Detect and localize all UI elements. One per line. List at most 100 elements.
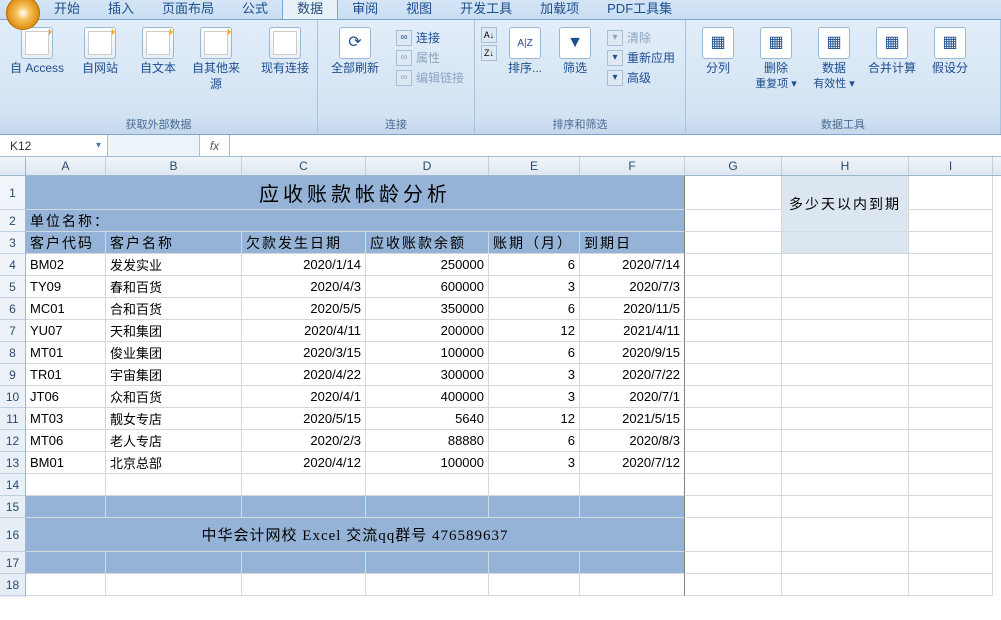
cell[interactable] — [685, 574, 782, 596]
tab-数据[interactable]: 数据 — [282, 0, 338, 19]
sort-asc-icon[interactable]: A↓ — [481, 27, 497, 43]
title-cell[interactable]: 应收账款帐龄分析 — [26, 176, 685, 210]
row-13[interactable]: 13 — [0, 452, 25, 474]
cell-name[interactable]: 众和百货 — [106, 386, 242, 408]
cell[interactable] — [782, 474, 909, 496]
tab-公式[interactable]: 公式 — [228, 0, 282, 19]
cell-code[interactable]: BM02 — [26, 254, 106, 276]
cell-amt[interactable]: 88880 — [366, 430, 489, 452]
formula-input[interactable] — [230, 135, 1001, 156]
cell-amt[interactable]: 200000 — [366, 320, 489, 342]
cell-amt[interactable]: 350000 — [366, 298, 489, 320]
cell[interactable] — [782, 430, 909, 452]
tab-页面布局[interactable]: 页面布局 — [148, 0, 228, 19]
tool-btn-1[interactable]: ▦删除重复项 ▾ — [750, 27, 802, 91]
cell[interactable] — [242, 474, 366, 496]
cell-due[interactable]: 2020/7/22 — [580, 364, 685, 386]
cell[interactable] — [782, 496, 909, 518]
ext-btn-4[interactable]: 现有连接 — [259, 27, 311, 77]
col-A[interactable]: A — [26, 157, 106, 175]
cell-name[interactable]: 北京总部 — [106, 452, 242, 474]
row-12[interactable]: 12 — [0, 430, 25, 452]
sort-item-2[interactable]: ▾高级 — [607, 69, 675, 86]
cell-code[interactable]: MT03 — [26, 408, 106, 430]
cell[interactable] — [782, 298, 909, 320]
hdr-4[interactable]: 账期（月） — [489, 232, 580, 254]
cell[interactable] — [685, 364, 782, 386]
cell[interactable] — [909, 176, 993, 210]
cell-amt[interactable]: 600000 — [366, 276, 489, 298]
row-1[interactable]: 1 — [0, 176, 25, 210]
filter-button[interactable]: ▼ 筛选 — [553, 27, 597, 77]
cell-term[interactable]: 3 — [489, 452, 580, 474]
row-7[interactable]: 7 — [0, 320, 25, 342]
cell-due[interactable]: 2021/5/15 — [580, 408, 685, 430]
col-H[interactable]: H — [782, 157, 909, 175]
cell[interactable] — [685, 254, 782, 276]
cell[interactable] — [782, 574, 909, 596]
col-D[interactable]: D — [366, 157, 489, 175]
ext-btn-2[interactable]: 自文本 — [132, 27, 184, 77]
ext-btn-3[interactable]: 自其他来源 — [190, 27, 242, 92]
tab-视图[interactable]: 视图 — [392, 0, 446, 19]
cell-term[interactable]: 6 — [489, 342, 580, 364]
cell[interactable] — [909, 496, 993, 518]
tool-btn-3[interactable]: ▦合并计算 — [866, 27, 918, 77]
cell-due[interactable]: 2020/11/5 — [580, 298, 685, 320]
cell-name[interactable]: 合和百货 — [106, 298, 242, 320]
cell-due[interactable]: 2020/7/3 — [580, 276, 685, 298]
cell[interactable] — [685, 210, 782, 232]
col-C[interactable]: C — [242, 157, 366, 175]
cell-term[interactable]: 6 — [489, 430, 580, 452]
cell[interactable] — [26, 496, 106, 518]
row-3[interactable]: 3 — [0, 232, 25, 254]
cell[interactable] — [106, 496, 242, 518]
cell[interactable] — [366, 552, 489, 574]
tab-审阅[interactable]: 审阅 — [338, 0, 392, 19]
tab-PDF工具集[interactable]: PDF工具集 — [593, 0, 686, 19]
conn-item-2[interactable]: ∞编辑链接 — [396, 69, 464, 86]
cell[interactable] — [685, 320, 782, 342]
cells-area[interactable]: 应收账款帐龄分析多少天以内到期单位名称：客户代码客户名称欠款发生日期应收账款余额… — [26, 176, 1001, 597]
ext-btn-0[interactable]: 自 Access — [6, 27, 68, 77]
tab-开发工具[interactable]: 开发工具 — [446, 0, 526, 19]
cell-name[interactable]: 俊业集团 — [106, 342, 242, 364]
hdr-1[interactable]: 客户名称 — [106, 232, 242, 254]
sort-item-0[interactable]: ▾清除 — [607, 29, 675, 46]
cell-due[interactable]: 2020/8/3 — [580, 430, 685, 452]
cell[interactable] — [242, 552, 366, 574]
cell[interactable] — [909, 364, 993, 386]
sort-desc-icon[interactable]: Z↓ — [481, 45, 497, 61]
cell[interactable] — [685, 452, 782, 474]
cell-term[interactable]: 12 — [489, 320, 580, 342]
row-2[interactable]: 2 — [0, 210, 25, 232]
cell-date[interactable]: 2020/4/3 — [242, 276, 366, 298]
row-11[interactable]: 11 — [0, 408, 25, 430]
cell-date[interactable]: 2020/2/3 — [242, 430, 366, 452]
tool-btn-4[interactable]: ▦假设分 — [924, 27, 976, 77]
cell[interactable] — [909, 518, 993, 552]
cell[interactable] — [366, 574, 489, 596]
cell[interactable] — [685, 176, 782, 210]
cell[interactable] — [685, 298, 782, 320]
cell-code[interactable]: MT06 — [26, 430, 106, 452]
cell-amt[interactable]: 400000 — [366, 386, 489, 408]
cell[interactable] — [489, 496, 580, 518]
row-5[interactable]: 5 — [0, 276, 25, 298]
row-17[interactable]: 17 — [0, 552, 25, 574]
cell-name[interactable]: 老人专店 — [106, 430, 242, 452]
cell[interactable] — [685, 552, 782, 574]
cell[interactable] — [106, 552, 242, 574]
spreadsheet[interactable]: ABCDEFGHI 123456789101112131415161718 应收… — [0, 157, 1001, 597]
hdr-3[interactable]: 应收账款余额 — [366, 232, 489, 254]
tab-插入[interactable]: 插入 — [94, 0, 148, 19]
cell[interactable] — [685, 430, 782, 452]
cell[interactable] — [26, 474, 106, 496]
cell[interactable] — [909, 298, 993, 320]
cell[interactable] — [580, 496, 685, 518]
cell[interactable] — [685, 496, 782, 518]
cell-due[interactable]: 2020/7/12 — [580, 452, 685, 474]
cell-code[interactable]: MC01 — [26, 298, 106, 320]
cell-term[interactable]: 3 — [489, 364, 580, 386]
col-E[interactable]: E — [489, 157, 580, 175]
